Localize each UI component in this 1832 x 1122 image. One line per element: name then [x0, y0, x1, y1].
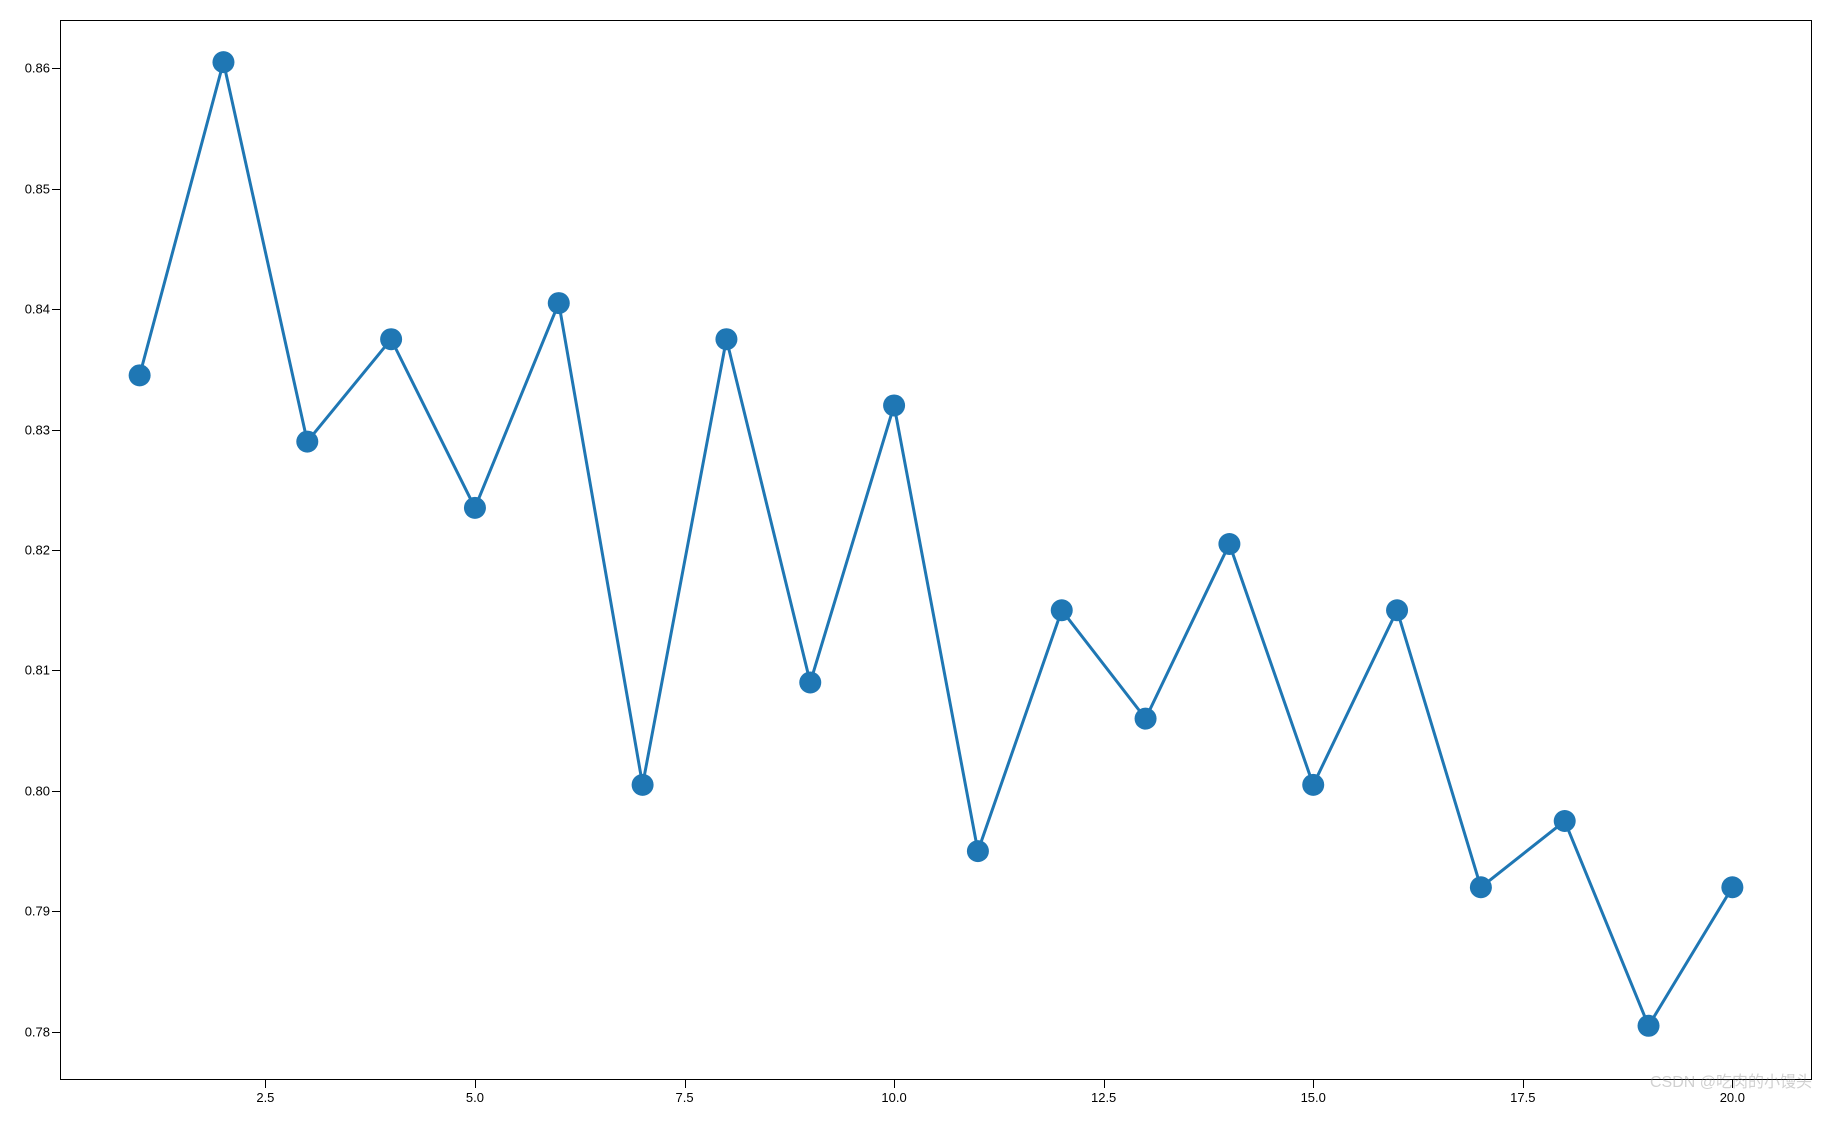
y-tick	[52, 911, 60, 912]
data-point	[1386, 599, 1408, 621]
y-tick-label: 0.85	[25, 181, 50, 196]
y-tick-label: 0.82	[25, 543, 50, 558]
data-point	[1218, 533, 1240, 555]
y-tick	[52, 309, 60, 310]
y-tick-label: 0.80	[25, 783, 50, 798]
y-tick-label: 0.81	[25, 663, 50, 678]
data-point	[1051, 599, 1073, 621]
y-tick	[52, 189, 60, 190]
x-tick	[1104, 1080, 1105, 1088]
y-tick	[52, 1032, 60, 1033]
data-point	[380, 328, 402, 350]
data-point	[296, 431, 318, 453]
data-point	[1470, 876, 1492, 898]
x-tick	[475, 1080, 476, 1088]
data-point	[967, 840, 989, 862]
y-tick	[52, 68, 60, 69]
y-tick	[52, 550, 60, 551]
y-tick	[52, 791, 60, 792]
x-tick-label: 2.5	[256, 1090, 274, 1105]
x-tick-label: 17.5	[1510, 1090, 1535, 1105]
x-tick	[1732, 1080, 1733, 1088]
data-point	[632, 774, 654, 796]
data-point	[129, 364, 151, 386]
y-tick	[52, 670, 60, 671]
x-tick-label: 12.5	[1091, 1090, 1116, 1105]
data-point	[1638, 1015, 1660, 1037]
x-tick	[685, 1080, 686, 1088]
data-point	[715, 328, 737, 350]
line-plot	[60, 20, 1812, 1080]
data-point	[1135, 708, 1157, 730]
data-point	[1302, 774, 1324, 796]
y-tick-label: 0.79	[25, 904, 50, 919]
data-point	[799, 672, 821, 694]
x-tick-label: 5.0	[466, 1090, 484, 1105]
data-point	[1721, 876, 1743, 898]
x-tick	[265, 1080, 266, 1088]
y-tick-label: 0.86	[25, 61, 50, 76]
y-tick	[52, 430, 60, 431]
y-tick-label: 0.78	[25, 1024, 50, 1039]
data-point	[548, 292, 570, 314]
x-tick-label: 7.5	[675, 1090, 693, 1105]
line-series	[140, 62, 1733, 1026]
y-tick-label: 0.84	[25, 302, 50, 317]
data-point	[212, 51, 234, 73]
data-point	[464, 497, 486, 519]
data-point	[883, 394, 905, 416]
x-tick-label: 15.0	[1301, 1090, 1326, 1105]
data-point	[1554, 810, 1576, 832]
x-tick	[1523, 1080, 1524, 1088]
x-tick	[1313, 1080, 1314, 1088]
x-tick-label: 10.0	[881, 1090, 906, 1105]
y-tick-label: 0.83	[25, 422, 50, 437]
chart-container: 0.780.790.800.810.820.830.840.850.862.55…	[60, 20, 1812, 1080]
x-tick	[894, 1080, 895, 1088]
x-tick-label: 20.0	[1720, 1090, 1745, 1105]
